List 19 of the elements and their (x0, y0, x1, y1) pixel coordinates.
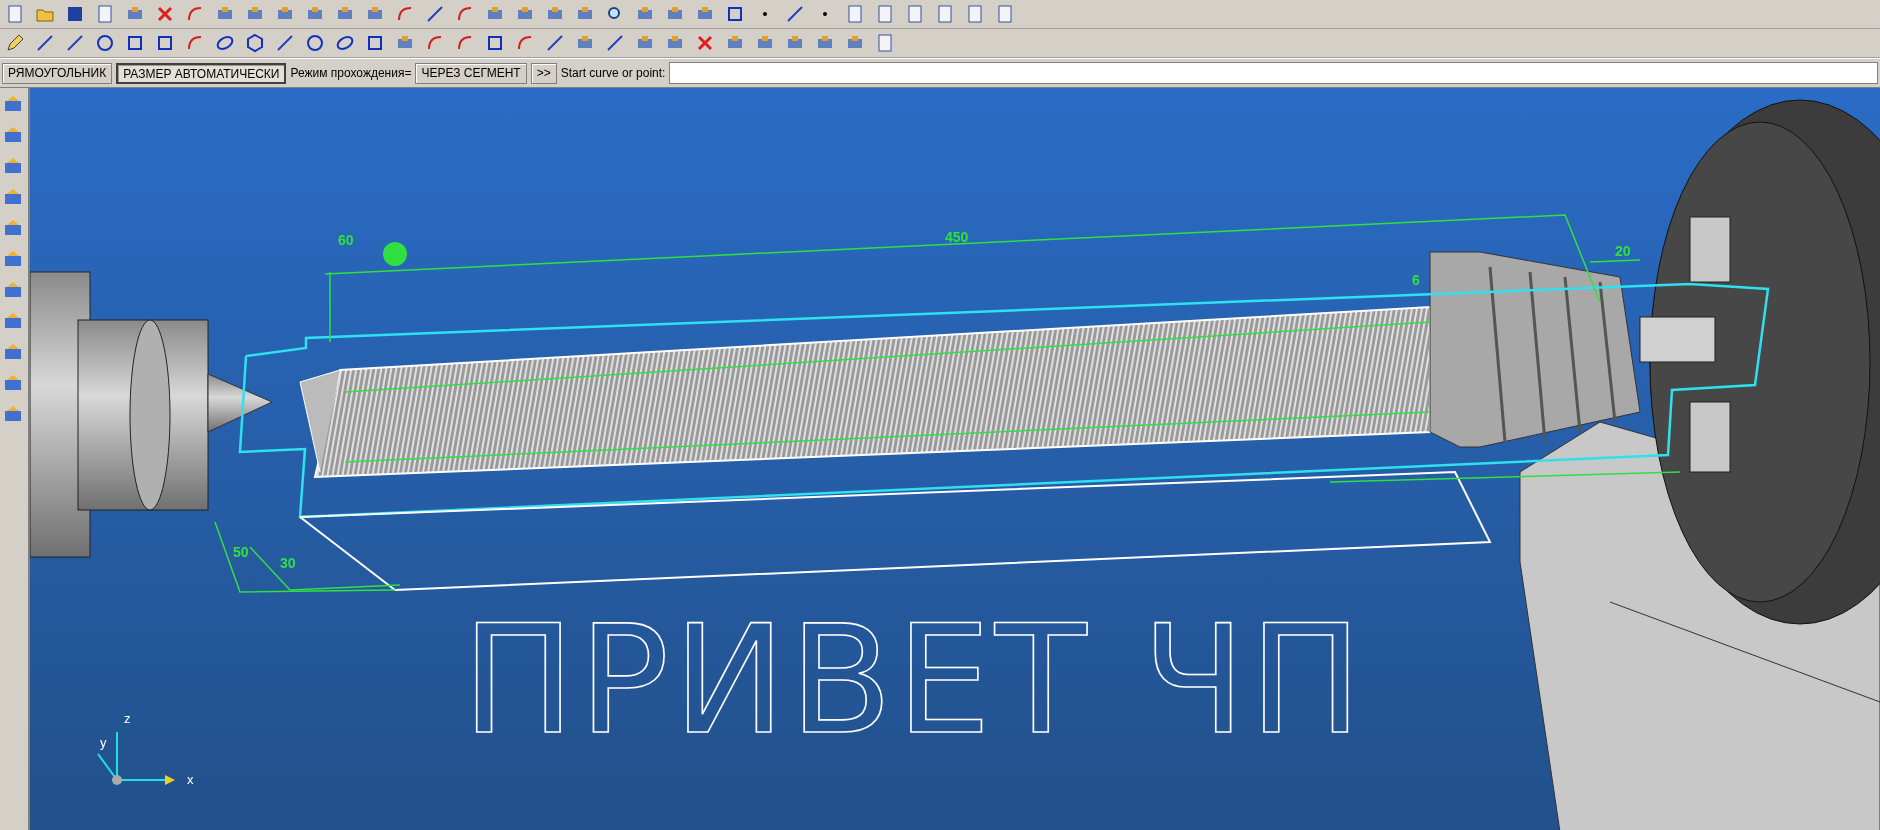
prompt-label: Start curve or point: (560, 66, 666, 80)
axis-label: y (100, 735, 107, 750)
dimension-label: 6 (1412, 272, 1420, 288)
dimension-label: 50 (233, 544, 249, 560)
dimension-label: 60 (338, 232, 354, 248)
dimension-label: 450 (945, 229, 969, 245)
origin-marker-icon (383, 242, 407, 266)
option-button[interactable]: РАЗМЕР АВТОМАТИЧЕСКИ (116, 62, 287, 84)
mode-label: Режим прохождения= (290, 66, 412, 80)
more-button[interactable]: >> (530, 62, 557, 84)
prompt-input-field[interactable] (669, 62, 1878, 84)
dimension-label: 20 (1615, 243, 1631, 259)
dimension-label: 30 (280, 555, 296, 571)
sketch-lettering: ПРИВЕТ ЧП (462, 593, 1362, 767)
mode-button[interactable]: ЧЕРЕЗ СЕГМЕНТ (415, 62, 527, 84)
axis-triad-icon (97, 731, 175, 785)
option-button[interactable]: РЯМОУГОЛЬНИК (2, 62, 113, 84)
axis-label: x (187, 772, 194, 787)
axis-label: z (124, 711, 131, 726)
